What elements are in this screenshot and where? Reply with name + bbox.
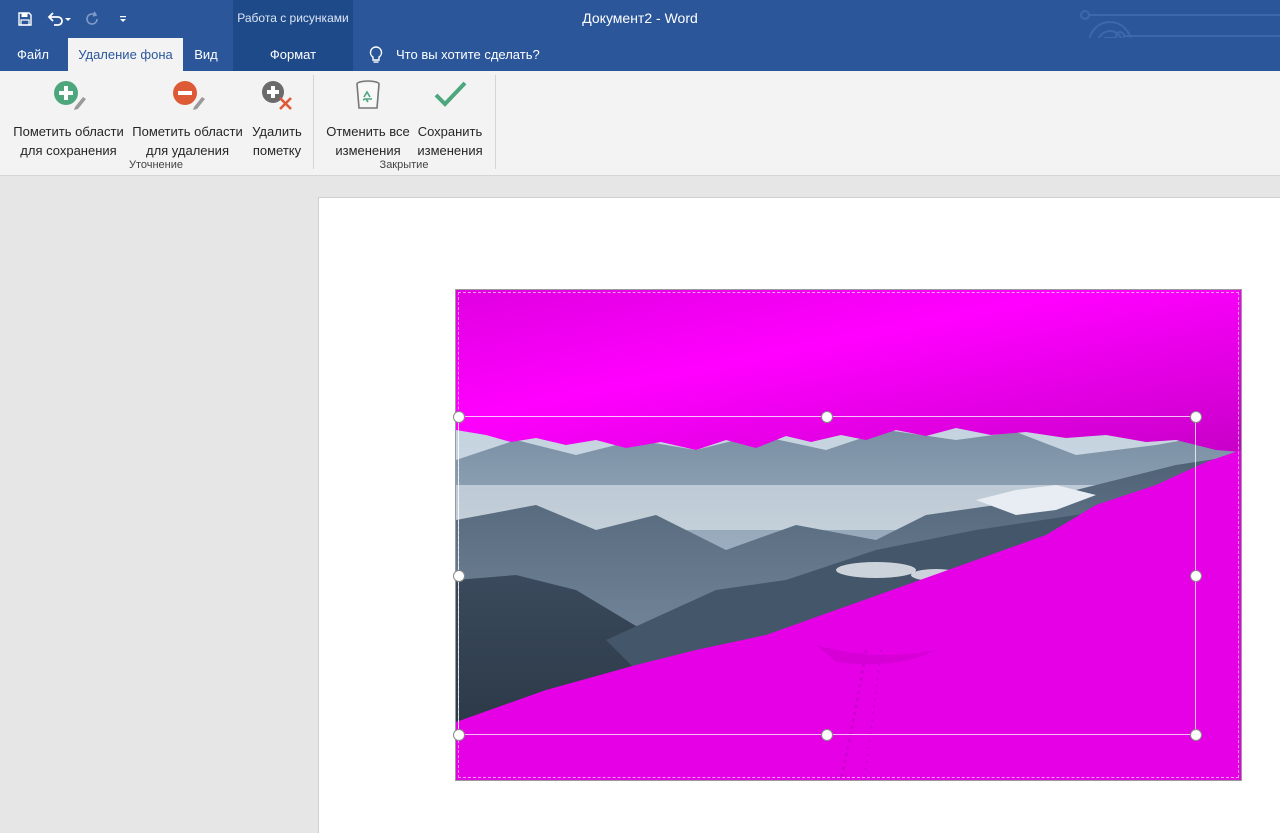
tell-me-text: Что вы хотите сделать?	[396, 47, 540, 62]
resize-handle-left[interactable]	[453, 570, 465, 582]
resize-handle-right[interactable]	[1190, 570, 1202, 582]
tab-file[interactable]: Файл	[6, 38, 60, 71]
resize-handle-top[interactable]	[821, 411, 833, 423]
keep-changes-icon	[434, 81, 467, 107]
mark-remove-line2: для удаления	[145, 143, 229, 158]
title-bar: Работа с рисунками Документ2 - Word	[0, 0, 1280, 65]
tell-me-box[interactable]: Что вы хотите сделать?	[366, 38, 540, 71]
discard-line1: Отменить все	[326, 124, 410, 139]
resize-handle-top-left[interactable]	[453, 411, 465, 423]
image-bounding-dashes	[458, 292, 1239, 778]
lightbulb-icon	[369, 45, 383, 63]
resize-handle-top-right[interactable]	[1190, 411, 1202, 423]
group-label-refine: Уточнение	[128, 159, 184, 171]
keep-changes-button[interactable]: Сохранить изменения	[414, 77, 486, 158]
resize-handle-bottom[interactable]	[821, 729, 833, 741]
mark-keep-line2: для сохранения	[20, 143, 117, 158]
resize-handle-bottom-right[interactable]	[1190, 729, 1202, 741]
delete-mark-line2: пометку	[252, 143, 302, 158]
delete-mark-icon	[262, 81, 292, 110]
keep-changes-line1: Сохранить	[417, 124, 483, 139]
mark-remove-icon	[172, 81, 205, 110]
mark-areas-to-keep-button[interactable]: Пометить области для сохранения	[10, 77, 127, 158]
background-removal-image[interactable]	[455, 289, 1242, 781]
tab-remove-background[interactable]: Удаление фона	[68, 38, 183, 71]
keep-changes-line2: изменения	[417, 143, 483, 158]
tab-format[interactable]: Формат	[233, 38, 353, 71]
resize-handle-bottom-left[interactable]	[453, 729, 465, 741]
delete-mark-button[interactable]: Удалить пометку	[248, 77, 306, 158]
group-separator	[495, 75, 496, 169]
discard-all-changes-button[interactable]: Отменить все изменения	[322, 77, 414, 158]
delete-mark-line1: Удалить	[252, 124, 302, 139]
mark-areas-to-remove-button[interactable]: Пометить области для удаления	[129, 77, 246, 158]
group-label-close: Закрытие	[379, 159, 429, 171]
mark-remove-line1: Пометить области	[132, 124, 243, 139]
ribbon-panel: Пометить области для сохранения Пометить…	[0, 71, 1280, 176]
mark-keep-icon	[53, 81, 86, 110]
mark-keep-line1: Пометить области	[13, 124, 124, 139]
discard-icon	[356, 80, 380, 109]
discard-line2: изменения	[335, 143, 401, 158]
ribbon-tab-row: Файл Удаление фона Вид Формат Что вы хот…	[0, 38, 1280, 71]
tab-view[interactable]: Вид	[186, 38, 226, 71]
group-separator	[313, 75, 314, 169]
